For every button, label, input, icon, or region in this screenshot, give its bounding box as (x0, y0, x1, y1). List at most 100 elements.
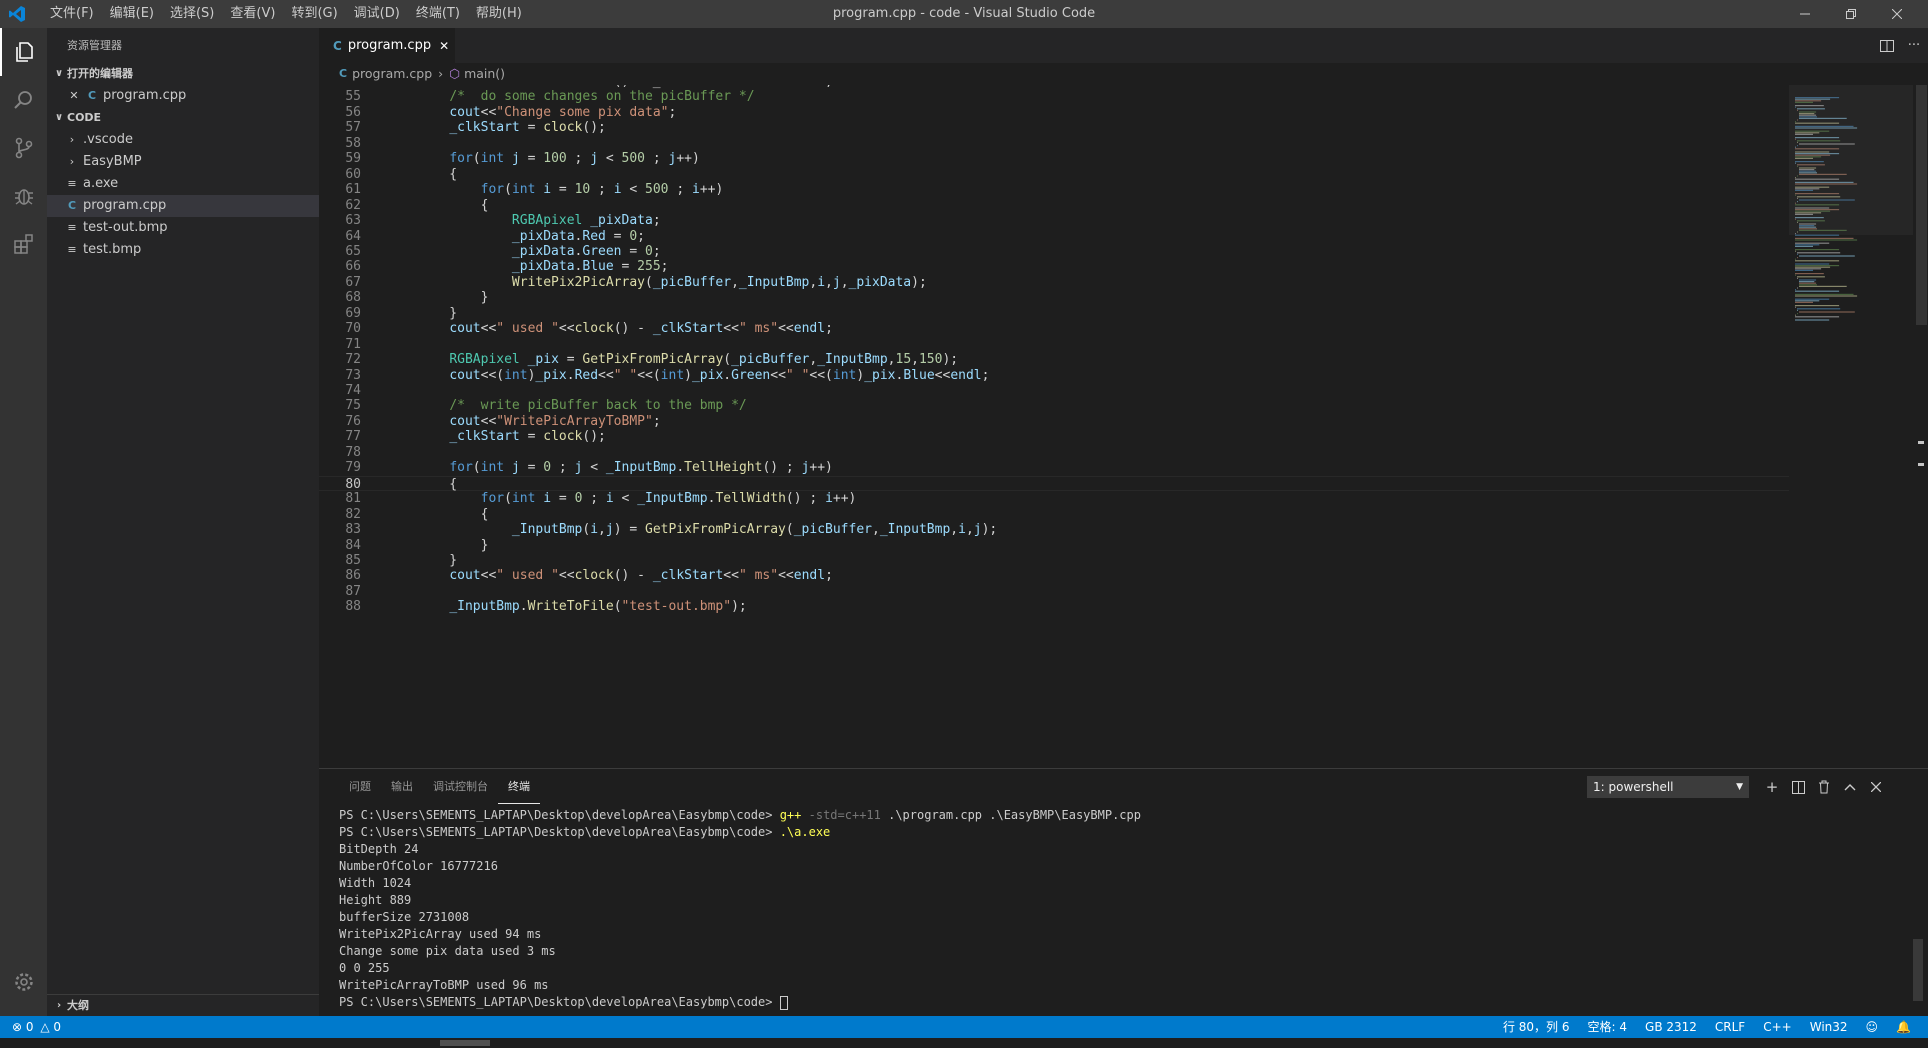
terminal-scrollbar-thumb[interactable] (1913, 939, 1923, 1001)
feedback-smiley-icon[interactable]: ☺ (1857, 1016, 1888, 1038)
minimap-slider[interactable] (1789, 85, 1913, 235)
code-line[interactable]: 74 (319, 383, 1789, 398)
source-control-activity[interactable] (0, 124, 47, 172)
menu-terminal[interactable]: 终端(T) (408, 0, 468, 28)
open-editor-item[interactable]: ✕ C program.cpp (47, 85, 319, 107)
platform[interactable]: Win32 (1801, 1016, 1857, 1038)
code-line[interactable]: 72 RGBApixel _pix = GetPixFromPicArray(_… (319, 352, 1789, 367)
code-line[interactable]: 59 for(int j = 100 ; j < 500 ; j++) (319, 151, 1789, 166)
menu-help[interactable]: 帮助(H) (468, 0, 530, 28)
cursor-position[interactable]: 行 80，列 6 (1494, 1016, 1579, 1038)
code-line[interactable]: 70 cout<<" used "<<clock() - _clkStart<<… (319, 321, 1789, 336)
code-line[interactable]: 83 _InputBmp(i,j) = GetPixFromPicArray(_… (319, 522, 1789, 537)
tab-output[interactable]: 输出 (381, 769, 423, 804)
menu-selection[interactable]: 选择(S) (162, 0, 222, 28)
code-line[interactable]: 62 { (319, 198, 1789, 213)
code-line[interactable]: 65 _pixData.Green = 0; (319, 244, 1789, 259)
line-number: 71 (345, 336, 361, 352)
code-line[interactable]: 60 { (319, 167, 1789, 182)
tab-problems[interactable]: 问题 (339, 769, 381, 804)
search-activity[interactable] (0, 76, 47, 124)
code-line[interactable]: 84 } (319, 538, 1789, 553)
menu-view[interactable]: 查看(V) (222, 0, 283, 28)
code-line[interactable]: 75 /* write picBuffer back to the bmp */ (319, 398, 1789, 413)
tree-item-a-exe[interactable]: ≡ a.exe (47, 173, 319, 195)
menu-file[interactable]: 文件(F) (42, 0, 102, 28)
code-line[interactable]: 64 _pixData.Red = 0; (319, 229, 1789, 244)
code-line[interactable]: 78 (319, 445, 1789, 460)
code-line[interactable]: 58 (319, 136, 1789, 151)
more-actions-button[interactable]: ··· (1899, 28, 1928, 63)
code-line[interactable]: 77 _clkStart = clock(); (319, 429, 1789, 444)
code-line[interactable]: 55 /* do some changes on the picBuffer *… (319, 89, 1789, 104)
problems-status[interactable]: ⊗ 0 △ 0 (12, 1016, 61, 1038)
restore-button[interactable] (1828, 0, 1874, 28)
code-line[interactable]: 56 cout<<"Change some pix data"; (319, 105, 1789, 120)
breadcrumb-file[interactable]: program.cpp (352, 63, 432, 85)
close-icon[interactable]: ✕ (67, 85, 81, 107)
code-line[interactable]: 66 _pixData.Blue = 255; (319, 259, 1789, 274)
tree-item-easybmp[interactable]: › EasyBMP (47, 151, 319, 173)
menu-debug[interactable]: 调试(D) (346, 0, 408, 28)
code-line[interactable]: 63 RGBApixel _pixData; (319, 213, 1789, 228)
split-editor-button[interactable] (1872, 28, 1902, 63)
tab-debug-console[interactable]: 调试控制台 (423, 769, 498, 804)
code-line[interactable]: 81 for(int i = 0 ; i < _InputBmp.TellWid… (319, 491, 1789, 506)
code-line[interactable]: 73 cout<<(int)_pix.Red<<" "<<(int)_pix.G… (319, 368, 1789, 383)
kill-terminal-button[interactable] (1811, 774, 1837, 800)
open-editors-section[interactable]: ∨ 打开的编辑器 (47, 63, 319, 85)
tab-terminal[interactable]: 终端 (498, 769, 540, 804)
notifications-bell-icon[interactable]: 🔔 (1887, 1016, 1920, 1038)
debug-activity[interactable] (0, 172, 47, 220)
code-line[interactable]: 68 } (319, 290, 1789, 305)
maximize-panel-button[interactable] (1837, 774, 1863, 800)
terminal-text: PS C:\Users\SEMENTS_LAPTAP\Desktop\devel… (339, 995, 780, 1009)
outline-section[interactable]: › 大纲 (47, 994, 319, 1016)
minimap[interactable] (1789, 85, 1913, 768)
tree-item-test-bmp[interactable]: ≡ test.bmp (47, 239, 319, 261)
scrollbar-thumb[interactable] (440, 1040, 490, 1046)
menu-go[interactable]: 转到(G) (283, 0, 345, 28)
code-line[interactable]: 61 for(int i = 10 ; i < 500 ; i++) (319, 182, 1789, 197)
scrollbar-thumb[interactable] (1916, 85, 1927, 325)
close-window-button[interactable] (1874, 0, 1920, 28)
tab-program-cpp[interactable]: C program.cpp ✕ (319, 28, 455, 63)
indentation[interactable]: 空格: 4 (1579, 1016, 1637, 1038)
code-line[interactable]: 80 { (319, 475, 1789, 492)
editor-vertical-scrollbar[interactable] (1913, 85, 1928, 768)
terminal-select[interactable]: 1: powershell ▼ (1587, 776, 1749, 798)
code-line[interactable]: 88 _InputBmp.WriteToFile("test-out.bmp")… (319, 599, 1789, 614)
tree-item-test-out-bmp[interactable]: ≡ test-out.bmp (47, 217, 319, 239)
tree-item-program-cpp[interactable]: C program.cpp (47, 195, 319, 217)
vscode-logo-icon[interactable] (8, 5, 26, 23)
explorer-activity[interactable] (0, 28, 47, 76)
code-line[interactable]: 71 (319, 337, 1789, 352)
end-of-line[interactable]: CRLF (1706, 1016, 1754, 1038)
code-token: for (449, 151, 473, 167)
new-terminal-button[interactable]: + (1759, 774, 1785, 800)
code-line[interactable]: 76 cout<<"WritePicArrayToBMP"; (319, 414, 1789, 429)
minimize-button[interactable] (1782, 0, 1828, 28)
code-line[interactable]: 86 cout<<" used "<<clock() - _clkStart<<… (319, 568, 1789, 583)
split-terminal-button[interactable] (1785, 774, 1811, 800)
code-editor[interactable]: 54 cout<<" used "<<clock() - _clkStart<<… (319, 85, 1789, 768)
close-tab-icon[interactable]: ✕ (439, 39, 449, 53)
code-line[interactable]: 82 { (319, 507, 1789, 522)
code-line[interactable]: 57 _clkStart = clock(); (319, 120, 1789, 135)
language-mode[interactable]: C++ (1754, 1016, 1801, 1038)
code-line[interactable]: 79 for(int j = 0 ; j < _InputBmp.TellHei… (319, 460, 1789, 475)
encoding[interactable]: GB 2312 (1636, 1016, 1706, 1038)
settings-activity[interactable] (0, 958, 47, 1006)
extensions-activity[interactable] (0, 220, 47, 268)
close-panel-button[interactable] (1863, 774, 1889, 800)
code-line[interactable]: 85 } (319, 553, 1789, 568)
code-line[interactable]: 67 WritePix2PicArray(_picBuffer,_InputBm… (319, 275, 1789, 290)
breadcrumb-symbol[interactable]: main() (464, 63, 505, 85)
terminal-output[interactable]: PS C:\Users\SEMENTS_LAPTAP\Desktop\devel… (339, 807, 1899, 1011)
menu-edit[interactable]: 编辑(E) (102, 0, 162, 28)
folder-section[interactable]: ∨ CODE (47, 107, 319, 129)
tree-item-vscode[interactable]: › .vscode (47, 129, 319, 151)
code-line[interactable]: 69 } (319, 306, 1789, 321)
horizontal-scrollbar[interactable] (0, 1038, 1928, 1048)
code-line[interactable]: 87 (319, 584, 1789, 599)
